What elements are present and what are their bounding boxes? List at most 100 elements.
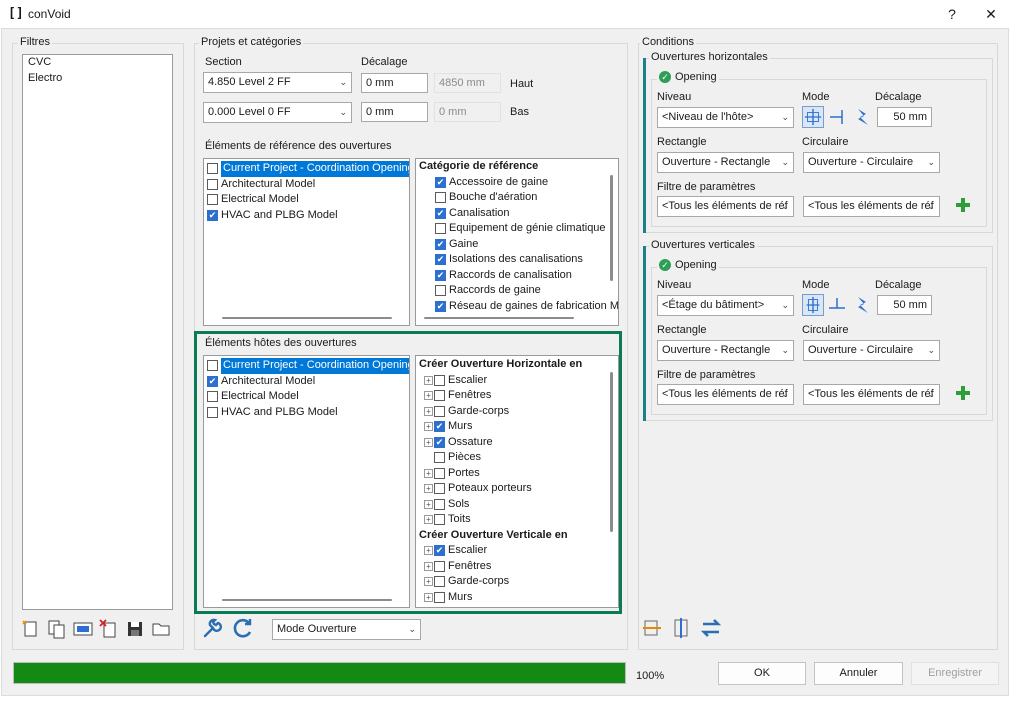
mode-select[interactable]: Mode Ouverture ⌄ [272, 619, 421, 640]
horizontal-scrollbar[interactable] [424, 317, 574, 319]
reference-models-list[interactable]: Current Project - Coordination Openings A… [203, 158, 410, 326]
cancel-button[interactable]: Annuler [814, 662, 903, 685]
tree-item[interactable]: + Portes [416, 466, 618, 482]
checkbox[interactable] [434, 452, 445, 464]
expand-icon[interactable]: + [424, 577, 433, 587]
checkbox[interactable] [435, 238, 446, 250]
horizontal-scrollbar[interactable] [222, 317, 392, 319]
model-item[interactable]: HVAC and PLBG Model [204, 208, 409, 224]
tree-item[interactable]: + Fenêtres [416, 559, 618, 575]
reference-category-item[interactable]: Canalisation [416, 206, 618, 222]
checkbox[interactable] [434, 514, 445, 526]
model-item[interactable]: Architectural Model [204, 177, 409, 193]
tree-item[interactable]: + Murs [416, 419, 618, 435]
checkbox[interactable] [434, 436, 445, 448]
tree-item[interactable]: + Fenêtres [416, 388, 618, 404]
checkbox[interactable] [435, 254, 446, 266]
reference-category-item[interactable]: Isolations des canalisations [416, 252, 618, 268]
h-rect-select[interactable]: Ouverture - Rectangle ⌄ [657, 152, 794, 173]
folder-icon[interactable] [150, 618, 172, 640]
tree-item[interactable]: + Sols [416, 497, 618, 513]
v-rect-select[interactable]: Ouverture - Rectangle ⌄ [657, 340, 794, 361]
checkbox[interactable] [207, 391, 218, 403]
expand-icon[interactable]: + [424, 561, 433, 571]
h-offset-input[interactable]: 50 mm [877, 107, 932, 127]
reference-category-item[interactable]: Raccords de canalisation [416, 268, 618, 284]
v-offset-input[interactable]: 50 mm [877, 295, 932, 315]
checkbox[interactable] [434, 591, 445, 603]
checkbox[interactable] [207, 178, 218, 190]
model-item[interactable]: Current Project - Coordination Openings [204, 358, 409, 374]
v-mode-center-icon[interactable] [802, 294, 824, 316]
vertical-scrollbar[interactable] [610, 372, 613, 532]
checkbox[interactable] [435, 285, 446, 297]
checkbox[interactable] [434, 560, 445, 572]
v-add-filter-icon[interactable] [953, 383, 973, 403]
v-mode-auto-icon[interactable] [850, 294, 872, 316]
checkbox[interactable] [435, 269, 446, 281]
expand-icon[interactable]: + [424, 546, 433, 556]
reference-category-item[interactable]: Raccords de gaine [416, 283, 618, 299]
checkbox[interactable] [435, 176, 446, 188]
tree-item[interactable]: Pièces [416, 450, 618, 466]
reference-category-item[interactable]: Gaine [416, 237, 618, 253]
save-icon[interactable] [124, 618, 146, 640]
expand-icon[interactable]: + [424, 375, 433, 385]
checkbox[interactable] [434, 374, 445, 386]
host-categories-tree[interactable]: Créer Ouverture Horizontale en + Escalier +… [415, 355, 619, 608]
reference-category-item[interactable]: Bouche d'aération [416, 190, 618, 206]
h-mode-auto-icon[interactable] [852, 106, 874, 128]
tree-item[interactable]: + Poteaux porteurs [416, 481, 618, 497]
horizontal-scrollbar[interactable] [222, 599, 392, 601]
delete-filter-icon[interactable] [98, 618, 120, 640]
expand-icon[interactable]: + [424, 484, 433, 494]
checkbox[interactable] [434, 483, 445, 495]
v-circ-select[interactable]: Ouverture - Circulaire ⌄ [803, 340, 940, 361]
checkbox[interactable] [207, 209, 218, 221]
h-level-select[interactable]: <Niveau de l'hôte> ⌄ [657, 107, 794, 128]
v-level-select[interactable]: <Étage du bâtiment> ⌄ [657, 295, 794, 316]
close-icon[interactable]: ✕ [976, 4, 1006, 24]
checkbox[interactable] [434, 405, 445, 417]
reference-category-item[interactable]: Equipement de génie climatique [416, 221, 618, 237]
h-filter1-select[interactable]: <Tous les éléments de réf ⌄ [657, 196, 794, 217]
tree-item[interactable]: + Escalier [416, 373, 618, 389]
swap-icon[interactable] [700, 617, 722, 639]
expand-icon[interactable]: + [424, 406, 433, 416]
vertical-settings-icon[interactable] [670, 617, 692, 639]
expand-icon[interactable]: + [424, 422, 433, 432]
h-circ-select[interactable]: Ouverture - Circulaire ⌄ [803, 152, 940, 173]
checkbox[interactable] [207, 360, 218, 372]
checkbox[interactable] [435, 192, 446, 204]
checkbox[interactable] [434, 390, 445, 402]
model-item[interactable]: HVAC and PLBG Model [204, 405, 409, 421]
filter-item[interactable]: Electro [23, 71, 172, 87]
vertical-scrollbar[interactable] [610, 175, 613, 281]
v-filter2-select[interactable]: <Tous les éléments de réf ⌄ [803, 384, 940, 405]
checkbox[interactable] [207, 375, 218, 387]
checkbox[interactable] [434, 545, 445, 557]
expand-icon[interactable]: + [424, 468, 433, 478]
new-filter-icon[interactable] [20, 618, 42, 640]
expand-icon[interactable]: + [424, 592, 433, 602]
reference-category-item[interactable]: Réseau de gaines de fabrication M [416, 299, 618, 315]
top-offset-input[interactable]: 0 mm [361, 73, 428, 93]
model-item[interactable]: Current Project - Coordination Openings [204, 161, 409, 177]
checkbox[interactable] [434, 576, 445, 588]
filter-item[interactable]: CVC [23, 55, 172, 71]
reference-category-item[interactable]: Accessoire de gaine [416, 175, 618, 191]
v-filter1-select[interactable]: <Tous les éléments de réf ⌄ [657, 384, 794, 405]
tree-item[interactable]: + Toits [416, 512, 618, 528]
bottom-level-select[interactable]: 0.000 Level 0 FF ⌄ [203, 102, 352, 123]
checkbox[interactable] [435, 207, 446, 219]
save-button[interactable]: Enregistrer [911, 662, 999, 685]
model-item[interactable]: Electrical Model [204, 389, 409, 405]
copy-filter-icon[interactable] [46, 618, 68, 640]
checkbox[interactable] [434, 467, 445, 479]
checkbox[interactable] [435, 300, 446, 312]
rename-filter-icon[interactable] [72, 618, 94, 640]
checkbox[interactable] [207, 406, 218, 418]
tree-item[interactable]: + Murs [416, 590, 618, 606]
tree-item[interactable]: + Ossature [416, 435, 618, 451]
h-mode-center-icon[interactable] [802, 106, 824, 128]
